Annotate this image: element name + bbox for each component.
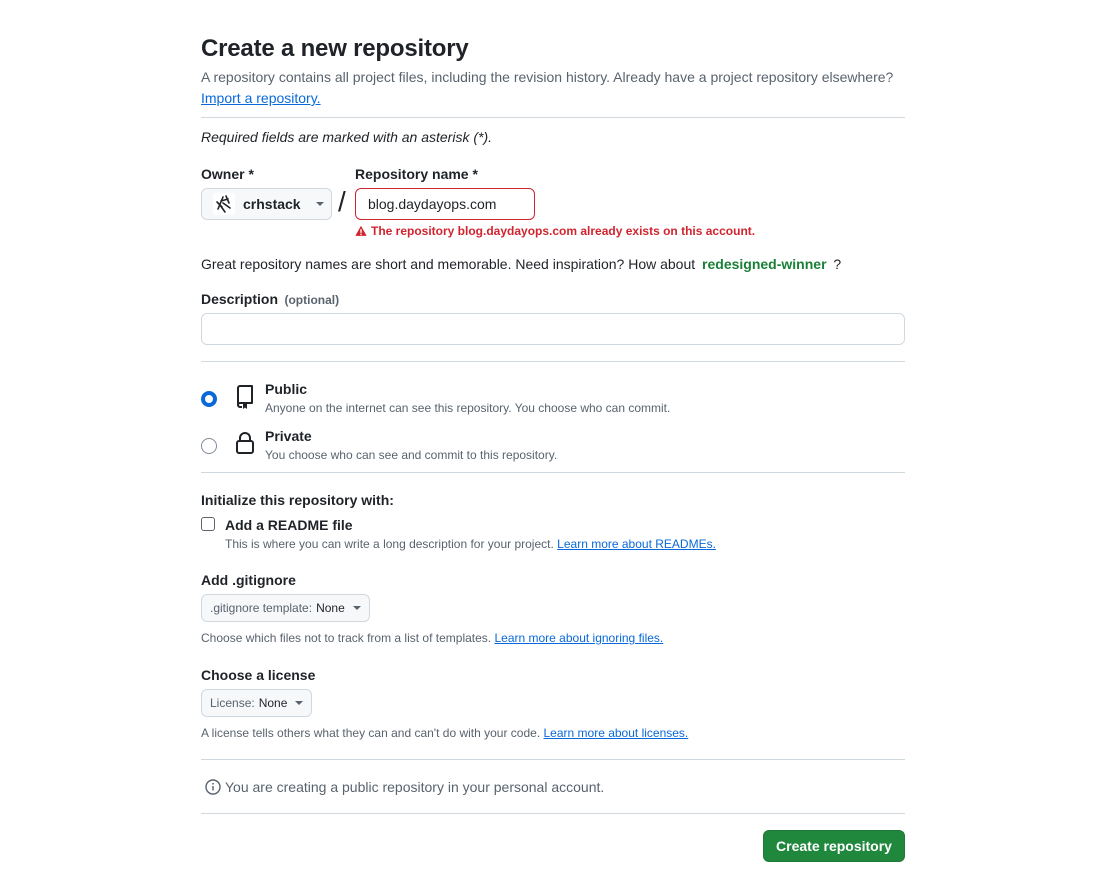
owner-label: Owner * (201, 166, 254, 182)
chevron-down-icon (295, 701, 304, 705)
name-suggestion: Great repository names are short and mem… (201, 256, 841, 272)
readme-label[interactable]: Add a README file (225, 517, 353, 533)
public-radio[interactable] (201, 391, 217, 407)
divider (201, 117, 905, 118)
repository-name-label: Repository name * (355, 166, 478, 182)
divider (201, 813, 905, 814)
repo-icon (235, 384, 255, 415)
public-label[interactable]: Public (265, 381, 307, 397)
chevron-down-icon (352, 606, 361, 610)
optional-tag: (optional) (284, 293, 340, 307)
gitignore-select-prefix: .gitignore template: (210, 601, 313, 615)
gitignore-select-value: None (316, 601, 345, 615)
chevron-down-icon (315, 202, 324, 206)
readme-learn-more-link[interactable]: Learn more about READMEs. (557, 537, 716, 551)
owner-select[interactable]: crhstack (201, 188, 332, 220)
repository-name-error: The repository blog.daydayops.com alread… (355, 224, 755, 238)
private-label[interactable]: Private (265, 428, 312, 444)
info-note-text: You are creating a public repository in … (225, 779, 605, 795)
page-title: Create a new repository (201, 35, 469, 62)
gitignore-heading: Add .gitignore (201, 572, 296, 588)
required-fields-note: Required fields are marked with an aster… (201, 129, 493, 145)
license-description-text: A license tells others what they can and… (201, 726, 541, 740)
suggested-name-button[interactable]: redesigned-winner (702, 256, 826, 272)
suggestion-text: Great repository names are short and mem… (201, 256, 696, 272)
lock-icon (235, 431, 255, 460)
divider (201, 472, 905, 473)
readme-description: This is where you can write a long descr… (225, 537, 716, 551)
gitignore-template-select[interactable]: .gitignore template: None (201, 594, 370, 622)
divider (201, 361, 905, 362)
gitignore-learn-more-link[interactable]: Learn more about ignoring files. (494, 631, 663, 645)
visibility-info-note: You are creating a public repository in … (205, 779, 604, 795)
owner-name: crhstack (243, 196, 301, 212)
page-description-text: A repository contains all project files,… (201, 69, 894, 85)
private-radio[interactable] (201, 438, 217, 454)
license-heading: Choose a license (201, 667, 316, 683)
create-repository-button[interactable]: Create repository (763, 830, 905, 862)
readme-checkbox[interactable] (201, 517, 215, 531)
gitignore-description-text: Choose which files not to track from a l… (201, 631, 492, 645)
repository-name-input[interactable] (355, 188, 535, 220)
owner-avatar (213, 193, 235, 215)
public-description: Anyone on the internet can see this repo… (265, 401, 671, 415)
license-learn-more-link[interactable]: Learn more about licenses. (544, 726, 689, 740)
description-input[interactable] (201, 313, 905, 345)
alert-icon (355, 225, 367, 237)
private-description: You choose who can see and commit to thi… (265, 448, 558, 462)
license-select[interactable]: License: None (201, 689, 313, 717)
error-message: The repository blog.daydayops.com alread… (371, 224, 756, 238)
info-icon (205, 779, 221, 795)
owner-repo-separator: / (338, 186, 346, 217)
license-select-value: None (258, 696, 288, 710)
page-description: A repository contains all project files,… (201, 67, 905, 109)
initialize-heading: Initialize this repository with: (201, 492, 394, 508)
description-label-group: Description (optional) (201, 291, 339, 309)
gitignore-description: Choose which files not to track from a l… (201, 631, 663, 645)
suggestion-suffix: ? (833, 256, 842, 272)
divider (201, 759, 905, 760)
license-description: A license tells others what they can and… (201, 726, 688, 740)
description-label: Description (201, 291, 279, 307)
readme-description-text: This is where you can write a long descr… (225, 537, 554, 551)
import-repository-link[interactable]: Import a repository. (201, 90, 321, 106)
license-select-prefix: License: (210, 696, 255, 710)
